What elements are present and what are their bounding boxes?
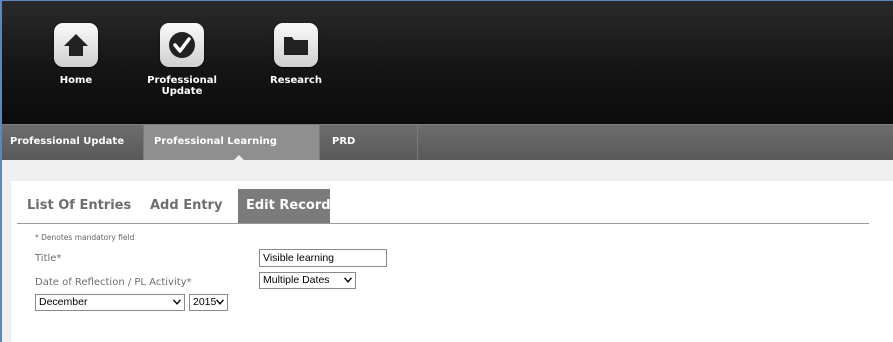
nav-professional-update-label: Professional Update — [147, 75, 217, 97]
nav-research[interactable]: Research — [246, 23, 346, 86]
subnav-professional-update-label: Professional Update — [10, 136, 124, 147]
date-mode-value: Multiple Dates — [263, 274, 330, 286]
nav-home[interactable]: Home — [26, 23, 126, 86]
sub-nav-bar: Professional Update Professional Learnin… — [2, 124, 893, 181]
nav-research-label: Research — [270, 75, 322, 86]
content-area: List Of Entries Add Entry Edit Record * … — [2, 160, 893, 342]
date-mode-select[interactable]: Multiple Dates — [259, 272, 356, 289]
home-icon — [54, 23, 98, 67]
subnav-professional-update[interactable]: Professional Update — [2, 125, 144, 161]
tabs-divider — [17, 223, 869, 224]
top-nav-bar: Home Professional Update Research — [2, 1, 893, 124]
chevron-down-icon — [216, 299, 224, 305]
chevron-down-icon — [344, 277, 352, 283]
tab-list-of-entries[interactable]: List Of Entries — [17, 189, 142, 223]
tab-edit-record[interactable]: Edit Record — [238, 189, 331, 223]
year-select[interactable]: 2015 — [189, 294, 228, 311]
tab-add-entry[interactable]: Add Entry — [142, 189, 238, 223]
month-value: December — [39, 296, 88, 308]
nav-professional-update[interactable]: Professional Update — [132, 23, 232, 97]
subnav-professional-learning-record[interactable]: Professional Learning Record — [144, 125, 320, 181]
app-frame: Home Professional Update Research Profes… — [0, 0, 893, 342]
checkmark-icon — [160, 23, 204, 67]
mandatory-note: * Denotes mandatory field — [35, 233, 135, 242]
subnav-prd-meetings[interactable]: PRD Meetings — [320, 125, 418, 181]
date-label: Date of Reflection / PL Activity* — [35, 277, 192, 288]
month-select[interactable]: December — [35, 294, 185, 311]
chevron-down-icon — [173, 299, 181, 305]
title-label: Title* — [35, 253, 62, 264]
year-value: 2015 — [193, 296, 217, 308]
folder-icon — [274, 23, 318, 67]
title-input[interactable] — [259, 249, 387, 267]
record-panel: List Of Entries Add Entry Edit Record * … — [11, 181, 893, 342]
nav-home-label: Home — [59, 75, 93, 86]
